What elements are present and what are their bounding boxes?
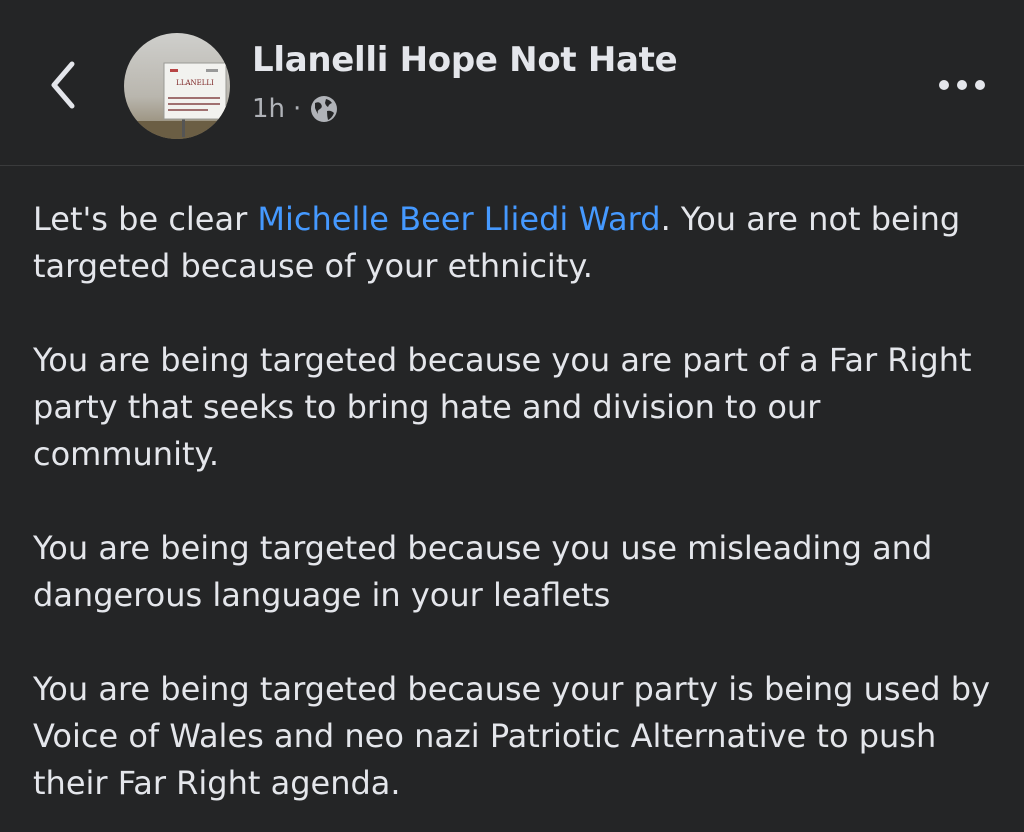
meta-separator: ·	[293, 94, 302, 124]
post-body: Let's be clear Michelle Beer Lliedi Ward…	[33, 196, 993, 807]
avatar-sign-text: LLANELLI	[176, 79, 214, 87]
post-header: LLANELLI Llanelli Hope Not Hate 1h ·	[0, 0, 1024, 166]
timestamp[interactable]: 1h	[252, 94, 285, 124]
post-paragraph: You are being targeted because you are p…	[33, 341, 972, 473]
post-paragraph: You are being targeted because your part…	[33, 670, 991, 802]
globe-icon	[311, 96, 338, 122]
page-name[interactable]: Llanelli Hope Not Hate	[252, 40, 678, 80]
more-horizontal-icon	[939, 80, 985, 90]
more-options-button[interactable]	[926, 60, 998, 110]
avatar-image: LLANELLI	[124, 33, 230, 139]
chevron-left-icon	[51, 61, 75, 109]
avatar[interactable]: LLANELLI	[124, 33, 230, 139]
post-meta: 1h ·	[252, 94, 339, 124]
post-paragraph: Let's be clear Michelle Beer Lliedi Ward…	[33, 196, 993, 290]
post-text: Let's be clear	[33, 200, 258, 238]
mention-link[interactable]: Michelle Beer Lliedi Ward	[257, 200, 660, 238]
post-paragraph: You are being targeted because you use m…	[33, 529, 933, 614]
back-button[interactable]	[36, 50, 90, 120]
